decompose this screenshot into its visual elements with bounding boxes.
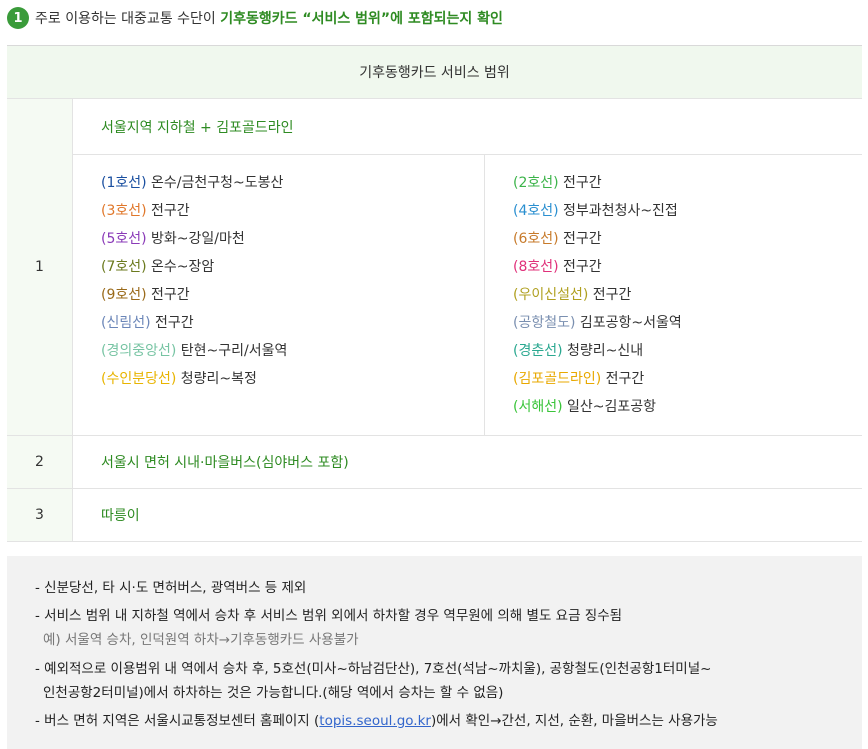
subway-line-range: 온수/금천구청~도봉산 bbox=[146, 175, 284, 191]
table-row: 2 서울시 면허 시내·마을버스(심야버스 포함) bbox=[7, 436, 862, 489]
subway-line-name: (우이신설선) bbox=[513, 287, 589, 303]
subway-line-name: (1호선) bbox=[101, 175, 147, 191]
subway-line-item: (5호선) 방화~강일/마천 bbox=[101, 225, 484, 253]
subway-line-range: 온수~장암 bbox=[146, 259, 215, 275]
subway-line-item: (신림선) 전구간 bbox=[101, 309, 484, 337]
subway-line-name: (7호선) bbox=[101, 259, 147, 275]
subway-line-range: 전구간 bbox=[146, 287, 190, 303]
subway-line-range: 전구간 bbox=[588, 287, 632, 303]
note-item: - 버스 면허 지역은 서울시교통정보센터 홈페이지 (topis.seoul.… bbox=[35, 709, 718, 729]
subway-line-item: (1호선) 온수/금천구청~도봉산 bbox=[101, 169, 484, 197]
note-text: )에서 확인→간선, 지선, 순환, 마을버스는 사용가능 bbox=[430, 713, 718, 729]
subway-line-item: (2호선) 전구간 bbox=[513, 169, 862, 197]
subway-line-item: (6호선) 전구간 bbox=[513, 225, 862, 253]
table-header: 기후동행카드 서비스 범위 bbox=[7, 46, 862, 99]
row-number: 1 bbox=[7, 99, 73, 435]
note-item: - 서비스 범위 내 지하철 역에서 승차 후 서비스 범위 외에서 하차할 경… bbox=[35, 608, 623, 624]
subway-line-range: 방화~강일/마천 bbox=[146, 231, 245, 247]
subway-line-name: (경의중앙선) bbox=[101, 343, 177, 359]
subway-line-item: (우이신설선) 전구간 bbox=[513, 281, 862, 309]
subway-line-range: 정부과천청사~진접 bbox=[558, 203, 678, 219]
subway-line-name: (서해선) bbox=[513, 399, 563, 415]
subway-line-name: (수인분당선) bbox=[101, 371, 177, 387]
subway-line-name: (8호선) bbox=[513, 259, 559, 275]
subway-line-range: 청량리~복정 bbox=[176, 371, 257, 387]
header-text: 주로 이용하는 대중교통 수단이 bbox=[35, 11, 221, 27]
row-content: 서울지역 지하철 + 김포골드라인 (1호선) 온수/금천구청~도봉산 (3호선)… bbox=[73, 99, 862, 435]
table-row: 3 따릉이 bbox=[7, 489, 862, 542]
header-highlight: 기후동행카드 “서비스 범위”에 포함되는지 확인 bbox=[220, 11, 503, 27]
subway-line-item: (4호선) 정부과천청사~진접 bbox=[513, 197, 862, 225]
subway-line-range: 탄현~구리/서울역 bbox=[176, 343, 288, 359]
subway-lines-left: (1호선) 온수/금천구청~도봉산 (3호선) 전구간 (5호선) 방화~강일/마천… bbox=[73, 155, 485, 435]
step-number-badge: 1 bbox=[7, 7, 29, 29]
subway-line-range: 전구간 bbox=[146, 203, 190, 219]
row-title: 따릉이 bbox=[101, 508, 140, 524]
subway-line-name: (경춘선) bbox=[513, 343, 563, 359]
subway-line-range: 청량리~신내 bbox=[562, 343, 644, 359]
subway-line-range: 전구간 bbox=[150, 315, 194, 331]
note-text: - 버스 면허 지역은 서울시교통정보센터 홈페이지 ( bbox=[35, 713, 320, 729]
subway-line-item: (경의중앙선) 탄현~구리/서울역 bbox=[101, 337, 484, 365]
subway-line-item: (수인분당선) 청량리~복정 bbox=[101, 365, 484, 393]
subway-line-item: (8호선) 전구간 bbox=[513, 253, 862, 281]
subway-line-item: (서해선) 일산~김포공항 bbox=[513, 393, 862, 421]
subway-line-item: (9호선) 전구간 bbox=[101, 281, 484, 309]
row-number: 2 bbox=[7, 436, 73, 488]
table-title: 기후동행카드 서비스 범위 bbox=[359, 65, 510, 81]
subway-line-range: 김포공항~서울역 bbox=[575, 315, 682, 331]
subway-line-item: (공항철도) 김포공항~서울역 bbox=[513, 309, 862, 337]
note-item: - 신분당선, 타 시·도 면허버스, 광역버스 등 제외 bbox=[35, 580, 307, 596]
notes-box: - 신분당선, 타 시·도 면허버스, 광역버스 등 제외 - 서비스 범위 내… bbox=[7, 556, 862, 749]
subway-lines: (1호선) 온수/금천구청~도봉산 (3호선) 전구간 (5호선) 방화~강일/마천… bbox=[73, 155, 862, 435]
subway-line-name: (6호선) bbox=[513, 231, 559, 247]
subway-line-name: (9호선) bbox=[101, 287, 147, 303]
subway-line-item: (7호선) 온수~장암 bbox=[101, 253, 484, 281]
note-example: 예) 서울역 승차, 인덕원역 하차→기후동행카드 사용불가 bbox=[43, 632, 359, 648]
row-title: 서울지역 지하철 + 김포골드라인 bbox=[73, 99, 862, 155]
row-title: 서울시 면허 시내·마을버스(심야버스 포함) bbox=[101, 455, 349, 471]
subway-line-range: 전구간 bbox=[558, 231, 602, 247]
section-header: 1 주로 이용하는 대중교통 수단이 기후동행카드 “서비스 범위”에 포함되는… bbox=[7, 6, 503, 30]
note-continuation: 인천공항2터미널)에서 하차하는 것은 가능합니다.(해당 역에서 승차는 할 … bbox=[43, 685, 504, 701]
subway-line-range: 전구간 bbox=[601, 371, 645, 387]
subway-line-name: (신림선) bbox=[101, 315, 151, 331]
subway-line-item: (3호선) 전구간 bbox=[101, 197, 484, 225]
table-row: 1 서울지역 지하철 + 김포골드라인 (1호선) 온수/금천구청~도봉산 (3호… bbox=[7, 99, 862, 436]
subway-lines-right: (2호선) 전구간 (4호선) 정부과천청사~진접 (6호선) 전구간 (8호선) 전… bbox=[485, 155, 862, 435]
subway-line-name: (김포골드라인) bbox=[513, 371, 602, 387]
subway-line-name: (공항철도) bbox=[513, 315, 576, 331]
note-item: - 예외적으로 이용범위 내 역에서 승차 후, 5호선(미사~하남검단산), … bbox=[35, 661, 712, 677]
subway-line-range: 전구간 bbox=[558, 175, 602, 191]
subway-line-name: (3호선) bbox=[101, 203, 147, 219]
subway-line-item: (김포골드라인) 전구간 bbox=[513, 365, 862, 393]
subway-line-range: 전구간 bbox=[558, 259, 602, 275]
service-scope-table: 기후동행카드 서비스 범위 1 서울지역 지하철 + 김포골드라인 (1호선) … bbox=[7, 45, 862, 542]
subway-line-item: (경춘선) 청량리~신내 bbox=[513, 337, 862, 365]
subway-line-name: (4호선) bbox=[513, 203, 559, 219]
topis-link[interactable]: topis.seoul.go.kr bbox=[319, 713, 431, 729]
subway-line-name: (2호선) bbox=[513, 175, 559, 191]
subway-line-range: 일산~김포공항 bbox=[562, 399, 657, 415]
subway-line-name: (5호선) bbox=[101, 231, 147, 247]
row-number: 3 bbox=[7, 489, 73, 541]
